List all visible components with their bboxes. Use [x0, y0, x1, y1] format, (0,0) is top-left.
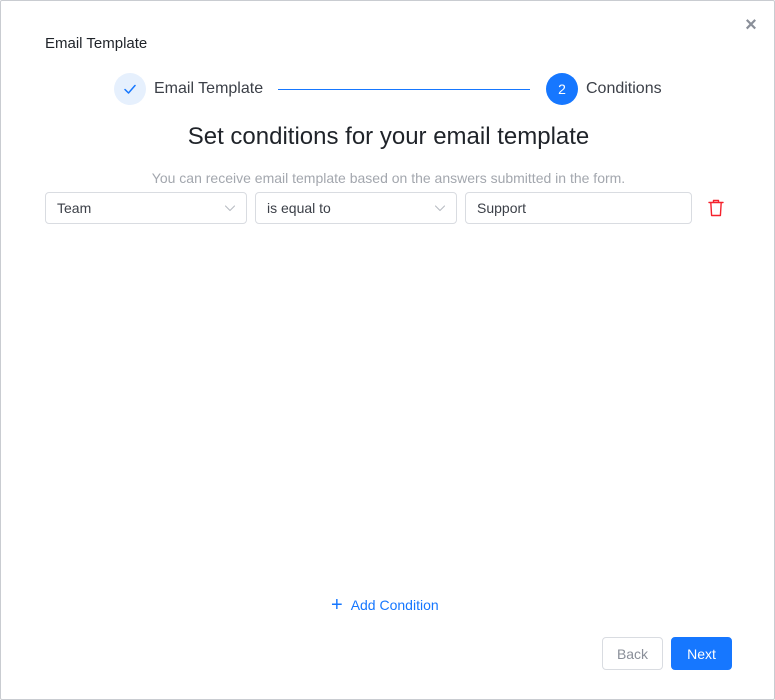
- next-button[interactable]: Next: [671, 637, 732, 670]
- step-connector: [278, 89, 530, 90]
- dialog-title: Email Template: [45, 35, 148, 52]
- check-icon: [124, 84, 136, 94]
- condition-operator-value: is equal to: [267, 200, 331, 216]
- plus-icon: +: [331, 594, 343, 616]
- close-icon: ×: [745, 14, 757, 36]
- page-heading: Set conditions for your email template: [187, 123, 590, 150]
- trash-icon: [708, 199, 724, 217]
- step-2-label[interactable]: Conditions: [586, 80, 662, 98]
- chevron-down-icon: [434, 205, 446, 212]
- step-2-indicator[interactable]: 2: [546, 73, 578, 105]
- condition-field-value: Team: [57, 200, 92, 216]
- add-condition-button[interactable]: + Add Condition: [331, 595, 439, 615]
- chevron-down-icon: [224, 205, 236, 212]
- back-button[interactable]: Back: [602, 637, 663, 670]
- condition-value-input[interactable]: [465, 192, 692, 224]
- condition-field-select[interactable]: Team: [45, 192, 247, 224]
- close-button[interactable]: ×: [739, 13, 763, 37]
- delete-condition-button[interactable]: [707, 198, 725, 218]
- step-1-label[interactable]: Email Template: [154, 80, 263, 98]
- email-template-dialog: × Email Template Email Template 2 Condit…: [0, 0, 775, 700]
- condition-operator-select[interactable]: is equal to: [255, 192, 457, 224]
- add-condition-label: Add Condition: [350, 597, 439, 613]
- page-subtitle: You can receive email template based on …: [151, 170, 626, 186]
- step-1-indicator[interactable]: [114, 73, 146, 105]
